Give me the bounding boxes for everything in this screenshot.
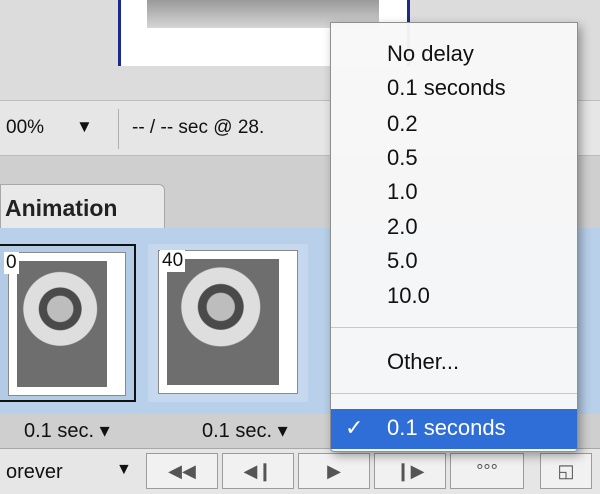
next-frame-button[interactable]: ❙▶ <box>374 453 446 489</box>
frame-delay-selector[interactable]: 0.1 sec. ▾ <box>202 418 288 443</box>
status-divider <box>118 109 119 149</box>
menu-item-2-0[interactable]: 2.0 <box>387 214 418 240</box>
frame-photo <box>167 259 279 385</box>
zoom-dropdown-icon[interactable]: ▼ <box>76 117 93 137</box>
menu-divider <box>331 393 577 394</box>
loop-dropdown-icon[interactable]: ▼ <box>116 461 132 479</box>
menu-item-no-delay[interactable]: No delay <box>387 41 474 67</box>
play-icon: ▶ <box>327 461 341 481</box>
menu-item-0-5[interactable]: 0.5 <box>387 145 418 171</box>
new-frame-button[interactable]: ◱ <box>540 453 592 489</box>
frame-number: 0 <box>4 252 19 274</box>
menu-item-10-0[interactable]: 10.0 <box>387 283 430 309</box>
tween-icon: °°° <box>476 461 498 481</box>
frame-delay-value: 0.1 sec. <box>24 420 95 442</box>
frame-thumbnail <box>8 252 126 396</box>
menu-divider <box>331 327 577 328</box>
animation-frame-1[interactable]: 0 <box>0 244 136 402</box>
zoom-level[interactable]: 00% <box>6 117 44 139</box>
frame-delay-selector[interactable]: 0.1 sec. ▾ <box>24 418 110 443</box>
next-frame-icon: ❙▶ <box>395 461 425 481</box>
frame-number: 40 <box>160 250 186 272</box>
frame-delay-menu: No delay 0.1 seconds 0.2 0.5 1.0 2.0 5.0… <box>330 22 578 452</box>
menu-item-0-2[interactable]: 0.2 <box>387 111 418 137</box>
new-frame-icon: ◱ <box>557 461 575 481</box>
animation-frame-2[interactable]: 40 <box>148 244 308 402</box>
loop-option[interactable]: orever <box>6 461 63 484</box>
menu-item-other[interactable]: Other... <box>387 349 459 375</box>
menu-item-1-0[interactable]: 1.0 <box>387 179 418 205</box>
previous-frame-button[interactable]: ◀❙ <box>222 453 294 489</box>
playback-controls: orever ▼ ◀◀ ◀❙ ▶ ❙▶ °°° ◱ <box>0 448 600 494</box>
frame-delay-value: 0.1 sec. <box>202 420 273 442</box>
chevron-down-icon: ▾ <box>99 420 110 442</box>
chevron-down-icon: ▾ <box>277 420 288 442</box>
first-frame-icon: ◀◀ <box>168 461 196 481</box>
tab-animation[interactable]: Animation <box>0 184 165 228</box>
checkmark-icon: ✓ <box>345 415 364 440</box>
previous-frame-icon: ◀❙ <box>243 461 273 481</box>
frame-photo <box>17 261 107 387</box>
play-button[interactable]: ▶ <box>298 453 370 489</box>
first-frame-button[interactable]: ◀◀ <box>146 453 218 489</box>
menu-item-selected-delay[interactable]: ✓ 0.1 seconds <box>331 409 577 449</box>
timing-readout: -- / -- sec @ 28. <box>132 117 265 138</box>
menu-item-5-0[interactable]: 5.0 <box>387 248 418 274</box>
tween-button[interactable]: °°° <box>450 453 524 489</box>
menu-item-0-1-seconds[interactable]: 0.1 seconds <box>387 75 506 101</box>
selected-delay-label: 0.1 seconds <box>387 415 506 440</box>
